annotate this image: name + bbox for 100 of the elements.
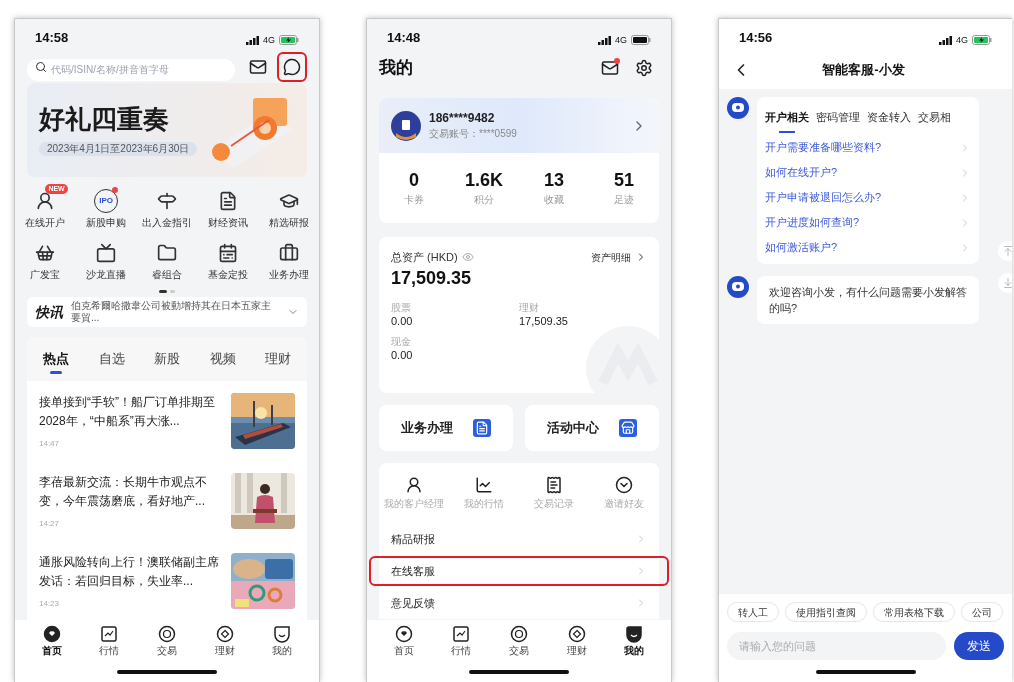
topic-tab[interactable]: 交易相 — [918, 105, 951, 129]
exchange-icon — [510, 625, 528, 643]
mail-icon — [249, 58, 267, 76]
basket-icon — [35, 243, 56, 263]
store-icon — [619, 419, 637, 437]
calendar-icon — [217, 243, 238, 263]
search-icon — [35, 61, 47, 73]
graduation-cap-icon — [278, 191, 299, 211]
topic-tab[interactable]: 密码管理 — [816, 105, 860, 129]
exchange-icon — [158, 625, 176, 643]
ticker-text: 伯克希爾哈撒韋公司被動增持其在日本五家主要貿... — [71, 300, 272, 324]
asset-label: 现金 — [391, 335, 412, 348]
stat-item[interactable]: 1.6K 积分 — [449, 170, 519, 206]
nav-tab[interactable]: 行情 — [437, 625, 486, 657]
shortcut-item[interactable]: IPO 新股申购 — [75, 183, 137, 235]
asset-label: 理财 — [519, 301, 540, 314]
menu-row[interactable]: 在线客服 — [379, 555, 659, 587]
shortcut-item[interactable]: 财经资讯 — [197, 183, 259, 235]
account-phone: 186****9482 — [429, 111, 496, 125]
news-tab[interactable]: 热点 — [39, 344, 73, 374]
nav-tab[interactable]: 交易 — [143, 625, 191, 657]
signal-icon — [939, 35, 952, 45]
network-label: 4G — [263, 33, 275, 47]
receipt-icon — [545, 476, 563, 494]
tv-icon — [96, 243, 117, 263]
profile-icon — [625, 625, 644, 643]
shortcut-item[interactable]: 睿组合 — [136, 235, 198, 287]
stat-item[interactable]: 51 足迹 — [589, 170, 659, 206]
news-item[interactable]: 通胀风险转向上行！澳联储副主席发话：若回归目标，失业率... 14:23 — [27, 541, 307, 621]
news-time: 14:23 — [39, 599, 61, 609]
news-title: 接单接到“手软”！船厂订单排期至2028年，“中船系”再大涨... — [39, 394, 216, 430]
news-tab[interactable]: 新股 — [150, 344, 184, 374]
question-input[interactable]: 请输入您的问题 — [727, 632, 946, 660]
status-time: 14:58 — [35, 28, 69, 47]
home-icon — [394, 625, 413, 643]
shortcut-item[interactable]: 基金定投 — [197, 235, 259, 287]
nav-tab[interactable]: 我的 — [258, 625, 307, 657]
assets-total: 17,509.35 — [391, 266, 473, 290]
signpost-icon — [157, 191, 177, 211]
nav-tab[interactable]: 我的 — [610, 625, 659, 657]
feature-card[interactable]: 活动中心 — [525, 405, 659, 451]
shortcut-item[interactable]: 广发宝 — [15, 235, 76, 287]
question-link[interactable]: 如何激活账户? — [765, 235, 971, 260]
nav-tab[interactable]: 首页 — [379, 625, 428, 657]
network-label: 4G — [956, 33, 968, 47]
nav-tab[interactable]: 行情 — [85, 625, 134, 657]
shortcut-item[interactable]: 出入金指引 — [136, 183, 198, 235]
network-label: 4G — [615, 33, 627, 47]
news-time: 14:27 — [39, 519, 61, 529]
chart-icon — [100, 625, 119, 643]
nav-tab[interactable]: 交易 — [495, 625, 543, 657]
chart-icon — [452, 625, 471, 643]
stat-item[interactable]: 13 收藏 — [519, 170, 589, 206]
shortcut-item[interactable]: 精选研报 — [258, 183, 319, 235]
bot-avatar — [727, 97, 749, 119]
avatar — [391, 110, 421, 141]
page-title: 我的 — [379, 57, 414, 80]
asset-value: 0.00 — [391, 313, 414, 328]
person-icon — [405, 476, 423, 494]
account-number: 交易账号：****0599 — [429, 128, 518, 140]
menu-row[interactable]: 意见反馈 — [379, 587, 659, 619]
support-button[interactable] — [277, 52, 307, 82]
send-button[interactable]: 发送 — [954, 632, 1004, 660]
menu-row[interactable]: 精品研报 — [379, 523, 659, 555]
banner-date: 2023年4月1日至2023年6月30日 — [39, 142, 198, 156]
question-link[interactable]: 开户申请被退回怎么办? — [765, 185, 971, 210]
nav-tab[interactable]: 理财 — [552, 625, 601, 657]
question-link[interactable]: 如何在线开户? — [765, 160, 971, 185]
asset-value: 0.00 — [391, 347, 414, 362]
news-title: 通胀风险转向上行！澳联储副主席发话：若回归目标，失业率... — [39, 554, 219, 590]
topic-tab[interactable]: 资金转入 — [867, 105, 911, 129]
signal-icon — [246, 35, 259, 45]
search-field[interactable]: 代码/ISIN/名称/拼音首字母 — [27, 58, 235, 81]
document-icon — [473, 419, 491, 437]
shortcut-item[interactable]: 沙龙直播 — [75, 235, 137, 287]
bot-avatar — [727, 276, 749, 298]
news-time: 14:47 — [39, 439, 61, 449]
question-link[interactable]: 开户进度如何查询? — [765, 210, 971, 235]
download-icon — [1002, 277, 1012, 289]
signal-icon — [598, 35, 611, 45]
stat-item[interactable]: 0 卡券 — [379, 170, 449, 206]
arrow-up-icon — [1002, 245, 1012, 257]
question-link[interactable]: 开户需要准备哪些资料? — [765, 135, 971, 160]
account-header[interactable]: 186****9482 交易账号：****0599 — [379, 98, 659, 153]
chat-title: 智能客服-小发 — [821, 61, 906, 80]
mail-icon — [601, 59, 619, 77]
welcome-message: 欢迎咨询小发，有什么问题需要小发解答的吗? — [757, 276, 979, 324]
news-tab[interactable]: 自选 — [94, 344, 129, 374]
news-item[interactable]: 接单接到“手软”！船厂订单排期至2028年，“中船系”再大涨... 14:47 — [27, 381, 307, 461]
assets-label: 总资产 (HKD) — [391, 250, 458, 265]
nav-tab[interactable]: 理财 — [200, 625, 249, 657]
news-item[interactable]: 李蓓最新交流：长期牛市观点不变，今年震荡磨底，看好地产... 14:27 — [27, 461, 307, 541]
promo-banner[interactable]: 好礼四重奏 2023年4月1日至2023年6月30日 — [27, 83, 307, 177]
asset-details-link[interactable]: 资产明细 — [591, 249, 631, 265]
news-tab[interactable]: 视频 — [205, 344, 240, 374]
nav-tab[interactable]: 首页 — [27, 625, 76, 657]
ticker-label: 快讯 — [35, 302, 63, 322]
shortcut-item[interactable]: 业务办理 — [258, 235, 319, 287]
feature-card[interactable]: 业务办理 — [379, 405, 513, 451]
news-tab[interactable]: 理财 — [261, 344, 295, 374]
